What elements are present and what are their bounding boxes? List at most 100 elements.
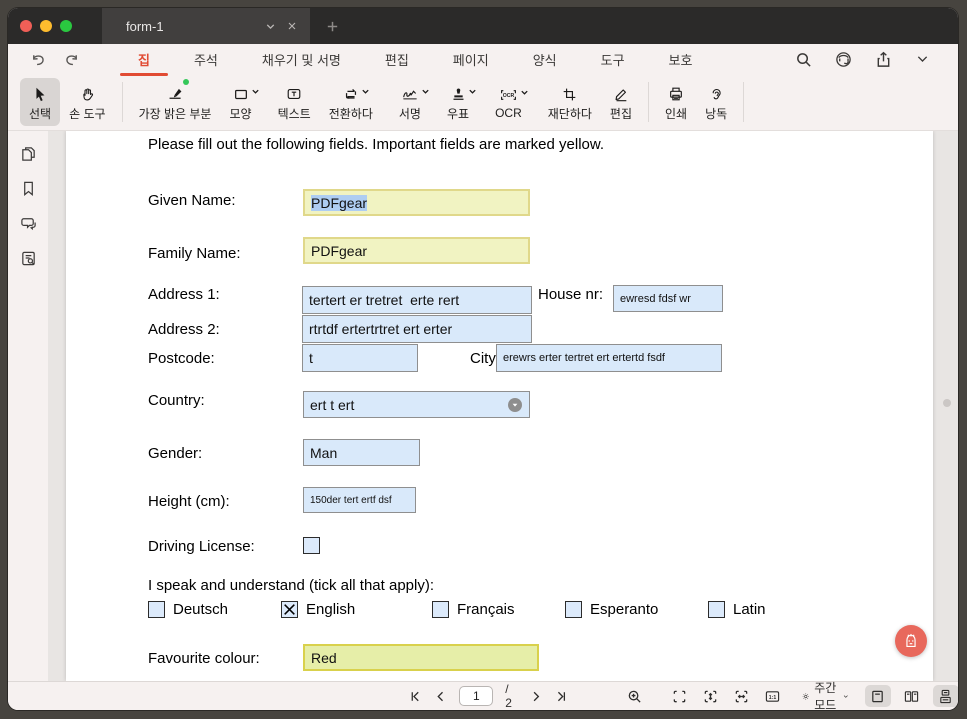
last-page-icon[interactable] (555, 689, 569, 704)
next-page-icon[interactable] (529, 689, 543, 704)
house-nr-field[interactable]: ewresd fdsf wr (613, 285, 723, 312)
fit-height-icon[interactable] (703, 689, 718, 704)
traffic-lights (8, 20, 86, 32)
search-icon[interactable] (795, 51, 812, 68)
printer-icon (668, 83, 684, 102)
menu-tab-tools[interactable]: 도구 (601, 50, 625, 69)
zoom-window-button[interactable] (60, 20, 72, 32)
previous-page-icon[interactable] (434, 689, 448, 704)
menu-tab-form[interactable]: 양식 (533, 50, 557, 69)
sign-tool-button[interactable]: 서명 (390, 78, 430, 126)
single-page-view-button[interactable] (865, 685, 891, 707)
menu-tab-page[interactable]: 페이지 (453, 50, 489, 69)
hand-tool-button[interactable]: 손 도구 (60, 78, 114, 126)
ear-icon (709, 83, 724, 102)
family-name-label: Family Name: (148, 245, 241, 262)
continuous-scroll-view-button[interactable] (933, 685, 958, 707)
hand-icon (80, 83, 95, 102)
select-tool-button[interactable]: 선택 (20, 78, 60, 126)
redo-icon[interactable] (63, 51, 80, 68)
crop-icon (562, 83, 577, 102)
postcode-field[interactable]: t (302, 344, 418, 372)
page-navigation: / 2 (408, 682, 569, 710)
language-option-latin[interactable]: Latin (708, 601, 766, 618)
height-field[interactable]: 150der tert ertf dsf (303, 487, 416, 513)
country-dropdown-chevron-icon[interactable] (508, 398, 522, 412)
country-dropdown[interactable]: ert t ert (303, 391, 530, 418)
menu-tab-annotate[interactable]: 주석 (194, 50, 218, 69)
toolbar-divider (648, 82, 649, 122)
support-headset-icon[interactable] (835, 51, 852, 68)
city-field[interactable]: erewrs erter tertret ert ertertd fsdf (496, 344, 722, 372)
driving-license-checkbox[interactable] (303, 537, 320, 554)
edit-tool-button[interactable]: 편집 (601, 78, 641, 126)
robot-icon (902, 632, 920, 650)
menu-tab-fill-sign[interactable]: 채우기 및 서명 (262, 50, 341, 69)
english-checkbox[interactable] (281, 601, 298, 618)
edit-pen-icon (613, 83, 629, 102)
latin-checkbox[interactable] (708, 601, 725, 618)
two-page-view-icon (904, 689, 919, 704)
francais-checkbox[interactable] (432, 601, 449, 618)
minimize-window-button[interactable] (40, 20, 52, 32)
country-label: Country: (148, 392, 205, 409)
text-tool-button[interactable]: 텍스트 (269, 78, 320, 126)
menu-tab-home[interactable]: 집 (138, 50, 150, 69)
svg-text:OCR: OCR (503, 93, 515, 99)
print-button[interactable]: 인쇄 (656, 78, 696, 126)
actual-size-icon[interactable]: 1:1 (765, 689, 780, 704)
left-sidebar (8, 131, 48, 681)
document-tab[interactable]: form-1 (102, 8, 310, 44)
deutsch-checkbox[interactable] (148, 601, 165, 618)
page-number-input[interactable] (459, 686, 493, 706)
language-option-esperanto[interactable]: Esperanto (565, 601, 658, 618)
highlight-tool-button[interactable]: 가장 밝은 부분 (130, 78, 221, 126)
vertical-scrollbar-thumb[interactable] (943, 399, 951, 407)
close-window-button[interactable] (20, 20, 32, 32)
cursor-icon (32, 83, 48, 102)
single-page-view-icon (870, 689, 885, 704)
toolbar-divider (122, 82, 123, 122)
page-thumbnails-icon[interactable] (20, 145, 37, 162)
ocr-tool-button[interactable]: OCR OCR (486, 78, 531, 126)
ai-assistant-button[interactable] (895, 625, 927, 657)
app-window: form-1 집 (8, 8, 958, 710)
read-aloud-button[interactable]: 낭독 (696, 78, 736, 126)
crop-tool-button[interactable]: 재단하다 (539, 78, 601, 126)
comments-icon[interactable] (20, 215, 37, 232)
document-area[interactable]: Please fill out the following fields. Im… (48, 131, 958, 681)
stamp-tool-button[interactable]: 우표 (438, 78, 478, 126)
zoom-in-icon[interactable] (627, 689, 642, 704)
highlighter-icon (167, 83, 184, 102)
display-mode-control[interactable]: 주간 모드 (802, 679, 849, 710)
tab-chevron-down-icon[interactable] (262, 18, 278, 34)
shapes-tool-button[interactable]: 모양 (220, 78, 260, 126)
given-name-field[interactable]: PDFgear (303, 189, 530, 216)
doc-search-icon[interactable] (20, 250, 37, 267)
bookmark-icon[interactable] (20, 180, 37, 197)
language-option-francais[interactable]: Français (432, 601, 515, 618)
new-tab-button[interactable] (322, 16, 342, 36)
continuous-scroll-view-icon (938, 689, 953, 704)
undo-icon[interactable] (30, 51, 47, 68)
menu-tab-edit[interactable]: 편집 (385, 50, 409, 69)
gender-field[interactable]: Man (303, 439, 420, 466)
two-page-view-button[interactable] (899, 685, 925, 707)
address1-field[interactable]: tertert er tretret erte rert (302, 286, 532, 314)
language-option-deutsch[interactable]: Deutsch (148, 601, 228, 618)
fit-page-icon[interactable] (672, 689, 687, 704)
language-option-english[interactable]: English (281, 601, 355, 618)
esperanto-checkbox[interactable] (565, 601, 582, 618)
convert-tool-button[interactable]: 전환하다 (320, 78, 382, 126)
favourite-colour-field[interactable]: Red (303, 644, 539, 671)
share-icon[interactable] (875, 51, 892, 68)
height-label: Height (cm): (148, 493, 230, 510)
first-page-icon[interactable] (408, 689, 422, 704)
tab-close-icon[interactable] (284, 18, 300, 34)
address2-field[interactable]: rtrtdf ertertrtret ert erter (302, 315, 532, 343)
house-nr-label: House nr: (538, 286, 603, 303)
menu-tab-protect[interactable]: 보호 (669, 50, 693, 69)
family-name-field[interactable]: PDFgear (303, 237, 530, 264)
ribbon-collapse-chevron-icon[interactable] (915, 51, 932, 68)
fit-width-icon[interactable] (734, 689, 749, 704)
